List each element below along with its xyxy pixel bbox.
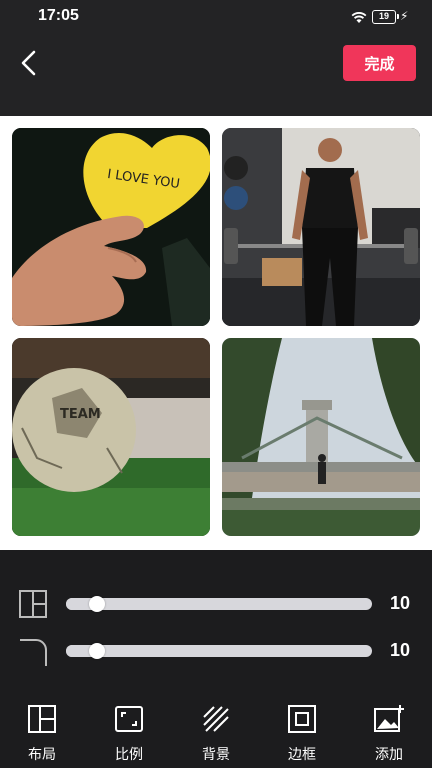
corner-slider[interactable] (66, 643, 372, 659)
layout-spacing-icon (19, 590, 47, 618)
collage-cell-gym-photo[interactable] (222, 128, 420, 326)
soccer-photo-image: TEAM (12, 338, 210, 536)
tool-add[interactable]: 添加 (359, 703, 419, 763)
back-icon[interactable] (16, 48, 42, 78)
tool-layout-label: 布局 (28, 747, 56, 763)
spacing-slider[interactable] (66, 596, 372, 612)
background-icon (203, 706, 229, 732)
collage-cell-bridge-photo[interactable] (222, 338, 420, 536)
top-bar: 完成 (0, 34, 432, 116)
layout-icon (28, 705, 56, 733)
done-button[interactable]: 完成 (343, 45, 416, 81)
status-time: 17:05 (38, 7, 79, 24)
bottom-toolbar: 布局 比例 背景 边框 添加 (0, 685, 432, 768)
collage-canvas: I LOVE YOU TEAM (0, 116, 432, 550)
heart-photo-image: I LOVE YOU (12, 128, 210, 326)
spacing-slider-thumb[interactable] (88, 596, 105, 612)
bridge-photo-image (222, 338, 420, 536)
wifi-icon (351, 12, 367, 23)
status-bar: 17:05 19 ⚡ (0, 0, 432, 34)
spacing-value: 10 (390, 593, 411, 613)
gym-photo-image (222, 128, 420, 326)
corner-radius-icon (20, 639, 47, 666)
ball-text: TEAM (60, 407, 101, 422)
add-image-icon (374, 705, 404, 732)
tool-add-label: 添加 (375, 747, 403, 763)
tool-ratio-label: 比例 (115, 747, 143, 763)
collage-cell-soccer-photo[interactable]: TEAM (12, 338, 210, 536)
tool-border-label: 边框 (288, 747, 316, 763)
adjustment-panel: 10 10 (0, 550, 432, 685)
tool-background[interactable]: 背景 (186, 703, 246, 763)
corner-value: 10 (390, 640, 411, 660)
corner-slider-row: 10 (0, 632, 432, 668)
spacing-slider-row: 10 (0, 585, 432, 621)
tool-ratio[interactable]: 比例 (99, 703, 159, 763)
battery-icon: 19 (372, 10, 399, 24)
battery-level: 19 (378, 11, 389, 21)
ratio-icon (115, 706, 143, 732)
border-icon (288, 705, 316, 733)
charging-icon: ⚡ (400, 9, 409, 23)
tool-border[interactable]: 边框 (272, 703, 332, 763)
tool-background-label: 背景 (202, 747, 230, 763)
corner-slider-thumb[interactable] (88, 643, 105, 659)
tool-layout[interactable]: 布局 (12, 703, 72, 763)
collage-cell-heart-photo[interactable]: I LOVE YOU (12, 128, 210, 326)
